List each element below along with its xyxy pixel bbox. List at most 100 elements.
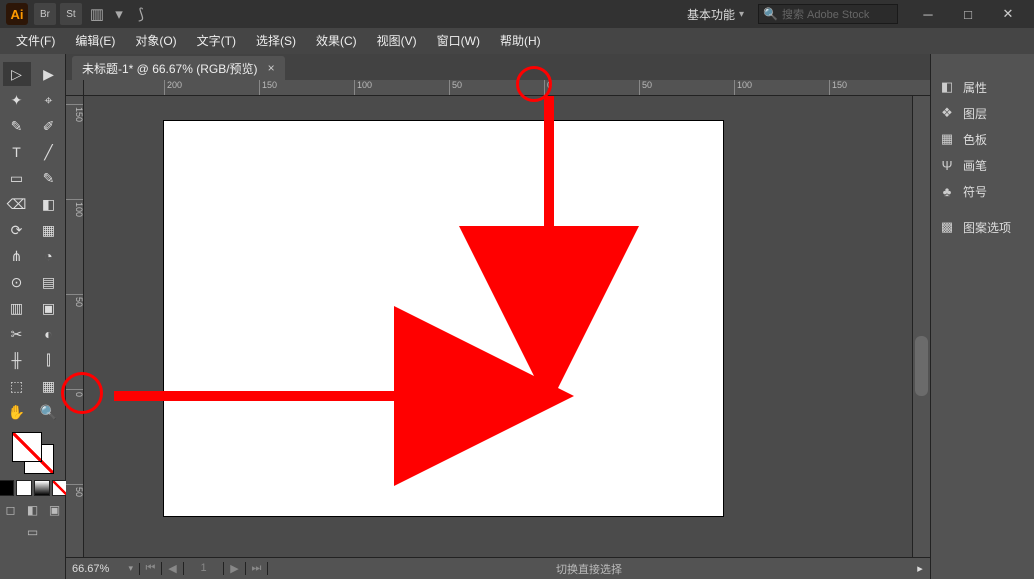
tool-2-0[interactable]: ✎ (3, 114, 31, 138)
gpu-icon[interactable]: ⟆ (130, 3, 152, 25)
ruler-v-tick: 100 (66, 199, 84, 217)
ruler-h-tick: 150 (259, 80, 277, 96)
swatch-black[interactable] (0, 480, 14, 496)
menu-type[interactable]: 文字(T) (187, 28, 246, 54)
fill-swatch[interactable] (12, 432, 42, 462)
tool-9-0[interactable]: ▥ (3, 296, 31, 320)
properties-icon: ◧ (939, 79, 955, 95)
panel-pattern-options[interactable]: ▩图案选项 (931, 214, 1034, 240)
tool-6-0[interactable]: ⟳ (3, 218, 31, 242)
draw-mode-normal[interactable]: ◻ (2, 502, 20, 518)
scrollbar-thumb[interactable] (915, 336, 928, 396)
bridge-button[interactable]: Br (34, 3, 56, 25)
panel-brushes[interactable]: Ψ画笔 (931, 152, 1034, 178)
vertical-scrollbar[interactable] (912, 96, 930, 557)
artboard-field[interactable]: 1 (184, 562, 224, 575)
ruler-h-tick: 150 (829, 80, 847, 96)
draw-mode-behind[interactable]: ◧ (24, 502, 42, 518)
tool-6-1[interactable]: ▦ (35, 218, 63, 242)
tool-8-0[interactable]: ⊙ (3, 270, 31, 294)
tool-5-1[interactable]: ◧ (35, 192, 63, 216)
tool-13-1[interactable]: 🔍 (35, 400, 63, 424)
pattern-icon: ▩ (939, 219, 955, 235)
titlebar: Ai Br St ▥ ▾ ⟆ 基本功能 ▾ 🔍 搜索 Adobe Stock ─… (0, 0, 1034, 28)
tool-8-1[interactable]: ▤ (35, 270, 63, 294)
artboard-next[interactable]: ▶ (224, 562, 246, 575)
maximize-button[interactable]: □ (948, 0, 988, 28)
zoom-field[interactable]: 66.67% ▾ (66, 563, 140, 575)
menu-select[interactable]: 选择(S) (246, 28, 306, 54)
swatches-icon: ▦ (939, 131, 955, 147)
ruler-v-tick: 150 (66, 104, 84, 122)
ruler-origin[interactable] (66, 80, 84, 96)
tool-4-1[interactable]: ✎ (35, 166, 63, 190)
menu-help[interactable]: 帮助(H) (490, 28, 551, 54)
tool-9-1[interactable]: ▣ (35, 296, 63, 320)
tool-3-1[interactable]: ╱ (35, 140, 63, 164)
tool-12-0[interactable]: ⬚ (3, 374, 31, 398)
tool-10-1[interactable]: ◐ (35, 322, 63, 346)
canvas-viewport[interactable] (84, 96, 912, 557)
artboard-last[interactable]: ⏭ (246, 562, 268, 575)
document-tab[interactable]: 未标题-1* @ 66.67% (RGB/预览) × (72, 56, 285, 80)
menu-view[interactable]: 视图(V) (367, 28, 427, 54)
tool-7-1[interactable]: ◔ (35, 244, 63, 268)
ruler-h-tick: 0 (544, 80, 552, 96)
tool-10-0[interactable]: ✂ (3, 322, 31, 346)
chevron-down-icon[interactable]: ▾ (108, 3, 130, 25)
close-button[interactable]: ✕ (988, 0, 1028, 28)
search-stock-input[interactable]: 🔍 搜索 Adobe Stock (758, 4, 898, 24)
tool-5-0[interactable]: ⌫ (3, 192, 31, 216)
panel-swatches[interactable]: ▦色板 (931, 126, 1034, 152)
artboard-first[interactable]: ⏮ (140, 562, 162, 575)
menu-edit[interactable]: 编辑(E) (65, 28, 125, 54)
app-logo: Ai (6, 3, 28, 25)
tool-2-1[interactable]: ✐ (35, 114, 63, 138)
tool-7-0[interactable]: ⋔ (3, 244, 31, 268)
tool-11-1[interactable]: ⫿ (35, 348, 63, 372)
draw-mode-inside[interactable]: ▣ (46, 502, 64, 518)
status-bar: 66.67% ▾ ⏮ ◀ 1 ▶ ⏭ 切换直接选择 ▸ (66, 557, 930, 579)
tool-1-1[interactable]: ⌖ (35, 88, 63, 112)
ruler-v-tick: 50 (66, 484, 84, 497)
artboard (163, 120, 724, 517)
tool-12-1[interactable]: ▦ (35, 374, 63, 398)
tool-3-0[interactable]: T (3, 140, 31, 164)
tool-0-1[interactable]: ▶ (35, 62, 63, 86)
tool-13-0[interactable]: ✋ (3, 400, 31, 424)
search-icon: 🔍 (763, 7, 778, 21)
ruler-vertical[interactable]: 15010050050 (66, 96, 84, 557)
menu-effect[interactable]: 效果(C) (306, 28, 367, 54)
workspace-switcher[interactable]: 基本功能 ▾ (681, 6, 750, 23)
arrange-documents-button[interactable]: ▥ (86, 3, 108, 25)
artboard-prev[interactable]: ◀ (162, 562, 184, 575)
ruler-h-tick: 100 (734, 80, 752, 96)
status-hint: 切换直接选择 (268, 561, 910, 577)
menu-object[interactable]: 对象(O) (125, 28, 186, 54)
minimize-button[interactable]: ─ (908, 0, 948, 28)
panel-symbols[interactable]: ♣符号 (931, 178, 1034, 204)
menu-window[interactable]: 窗口(W) (427, 28, 490, 54)
panel-properties[interactable]: ◧属性 (931, 74, 1034, 100)
tool-1-0[interactable]: ✦ (3, 88, 31, 112)
panel-layers[interactable]: ❖图层 (931, 100, 1034, 126)
tool-4-0[interactable]: ▭ (3, 166, 31, 190)
stock-button[interactable]: St (60, 3, 82, 25)
menu-file[interactable]: 文件(F) (6, 28, 65, 54)
ruler-h-tick: 50 (639, 80, 652, 96)
swatch-gradient[interactable] (34, 480, 50, 496)
ruler-h-tick: 100 (354, 80, 372, 96)
tool-11-0[interactable]: ╫ (3, 348, 31, 372)
layers-icon: ❖ (939, 105, 955, 121)
zoom-value: 66.67% (72, 563, 109, 575)
color-well[interactable] (12, 432, 54, 474)
default-colors (0, 480, 68, 496)
swatch-white[interactable] (16, 480, 32, 496)
tool-0-0[interactable]: ▷ (3, 62, 31, 86)
right-panel-dock: ◧属性 ❖图层 ▦色板 Ψ画笔 ♣符号 ▩图案选项 (930, 54, 1034, 579)
ruler-h-tick: 200 (164, 80, 182, 96)
status-menu[interactable]: ▸ (910, 562, 930, 575)
screen-mode-button[interactable]: ▭ (24, 524, 42, 540)
ruler-horizontal[interactable]: 20015010050050100150 (84, 80, 912, 96)
tab-close-icon[interactable]: × (268, 61, 275, 75)
